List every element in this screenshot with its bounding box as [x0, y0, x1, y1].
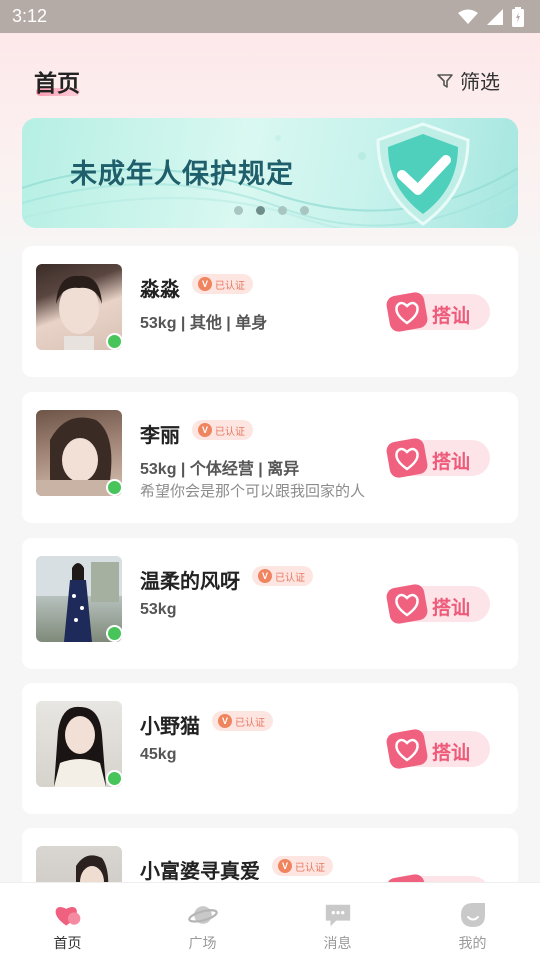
online-indicator [106, 625, 123, 642]
user-card[interactable]: 小野猫 V 已认证 45kg 搭讪 [22, 683, 518, 814]
chat-label: 搭讪 [432, 598, 471, 619]
filter-label: 筛选 [460, 72, 500, 94]
nav-plaza-label: 广场 [188, 935, 217, 951]
wifi-icon [458, 9, 478, 24]
chat-button[interactable]: 搭讪 [386, 438, 490, 478]
chat-button[interactable]: 搭讪 [386, 584, 490, 624]
chat-label: 搭讪 [432, 743, 471, 764]
verified-v-icon: V [218, 714, 232, 728]
bottom-nav: 首页 广场 消息 我的 [0, 882, 540, 961]
battery-icon [512, 6, 524, 27]
home-heart-icon [53, 901, 83, 929]
user-card[interactable]: 李丽 V 已认证 53kg | 个体经营 | 离异 希望你会是那个可以跟我回家的人… [22, 392, 518, 523]
banner-dot[interactable] [278, 206, 287, 215]
online-indicator [106, 770, 123, 787]
status-icons [458, 6, 524, 27]
banner-dot[interactable] [234, 206, 243, 215]
verified-v-icon: V [278, 859, 292, 873]
planet-icon [187, 901, 218, 929]
verified-label: 已认证 [295, 862, 325, 874]
online-indicator [106, 479, 123, 496]
banner-dot-active[interactable] [256, 206, 265, 215]
verified-badge: V 已认证 [192, 420, 253, 440]
verified-label: 已认证 [215, 426, 245, 438]
chat-button[interactable]: 搭讪 [386, 292, 490, 332]
user-info: 45kg [140, 746, 177, 763]
verified-v-icon: V [258, 569, 272, 583]
banner-carousel[interactable]: 未成年人保护规定 [22, 118, 518, 228]
verified-v-icon: V [198, 423, 212, 437]
user-info: 53kg | 个体经营 | 离异 [140, 461, 300, 478]
user-name: 淼淼 [140, 279, 180, 301]
verified-label: 已认证 [235, 717, 265, 729]
verified-label: 已认证 [275, 572, 305, 584]
nav-messages-label: 消息 [323, 935, 352, 951]
page-title: 首页 [34, 70, 80, 96]
chat-label: 搭讪 [432, 452, 471, 473]
user-name: 小富婆寻真爱 [140, 861, 260, 883]
verified-v-icon: V [198, 277, 212, 291]
user-name: 小野猫 [140, 716, 200, 738]
status-time: 3:12 [12, 6, 48, 26]
filter-button[interactable]: 筛选 [436, 66, 500, 95]
nav-plaza[interactable]: 广场 [135, 883, 270, 961]
user-card[interactable]: 温柔的风呀 V 已认证 53kg 搭讪 [22, 538, 518, 669]
user-name: 李丽 [140, 425, 180, 447]
banner-dot[interactable] [300, 206, 309, 215]
nav-home[interactable]: 首页 [0, 883, 135, 961]
user-info: 53kg [140, 601, 177, 618]
online-indicator [106, 333, 123, 350]
user-signature: 希望你会是那个可以跟我回家的人 [140, 483, 366, 500]
verified-badge: V 已认证 [272, 856, 333, 876]
user-card[interactable]: 淼淼 V 已认证 53kg | 其他 | 单身 搭讪 [22, 246, 518, 377]
nav-mine-label: 我的 [458, 935, 487, 951]
heart-chat-icon [386, 729, 428, 769]
verified-badge: V 已认证 [192, 274, 253, 294]
status-bar: 3:12 [0, 0, 540, 33]
banner-pagination [234, 206, 309, 215]
heart-chat-icon [386, 292, 428, 332]
chat-button[interactable]: 搭讪 [386, 729, 490, 769]
banner-text: 未成年人保护规定 [70, 159, 294, 189]
nav-mine[interactable]: 我的 [405, 883, 540, 961]
verified-badge: V 已认证 [252, 566, 313, 586]
filter-icon [437, 73, 453, 88]
signal-icon [487, 8, 503, 25]
verified-badge: V 已认证 [212, 711, 273, 731]
chat-label: 搭讪 [432, 306, 471, 327]
profile-face-icon [458, 901, 488, 929]
nav-messages[interactable]: 消息 [270, 883, 405, 961]
verified-label: 已认证 [215, 280, 245, 292]
message-bubble-icon [323, 901, 353, 929]
nav-home-label: 首页 [53, 935, 82, 951]
user-info: 53kg | 其他 | 单身 [140, 315, 268, 332]
shield-check-icon [376, 122, 470, 226]
heart-chat-icon [386, 584, 428, 624]
user-name: 温柔的风呀 [140, 571, 240, 593]
heart-chat-icon [386, 438, 428, 478]
